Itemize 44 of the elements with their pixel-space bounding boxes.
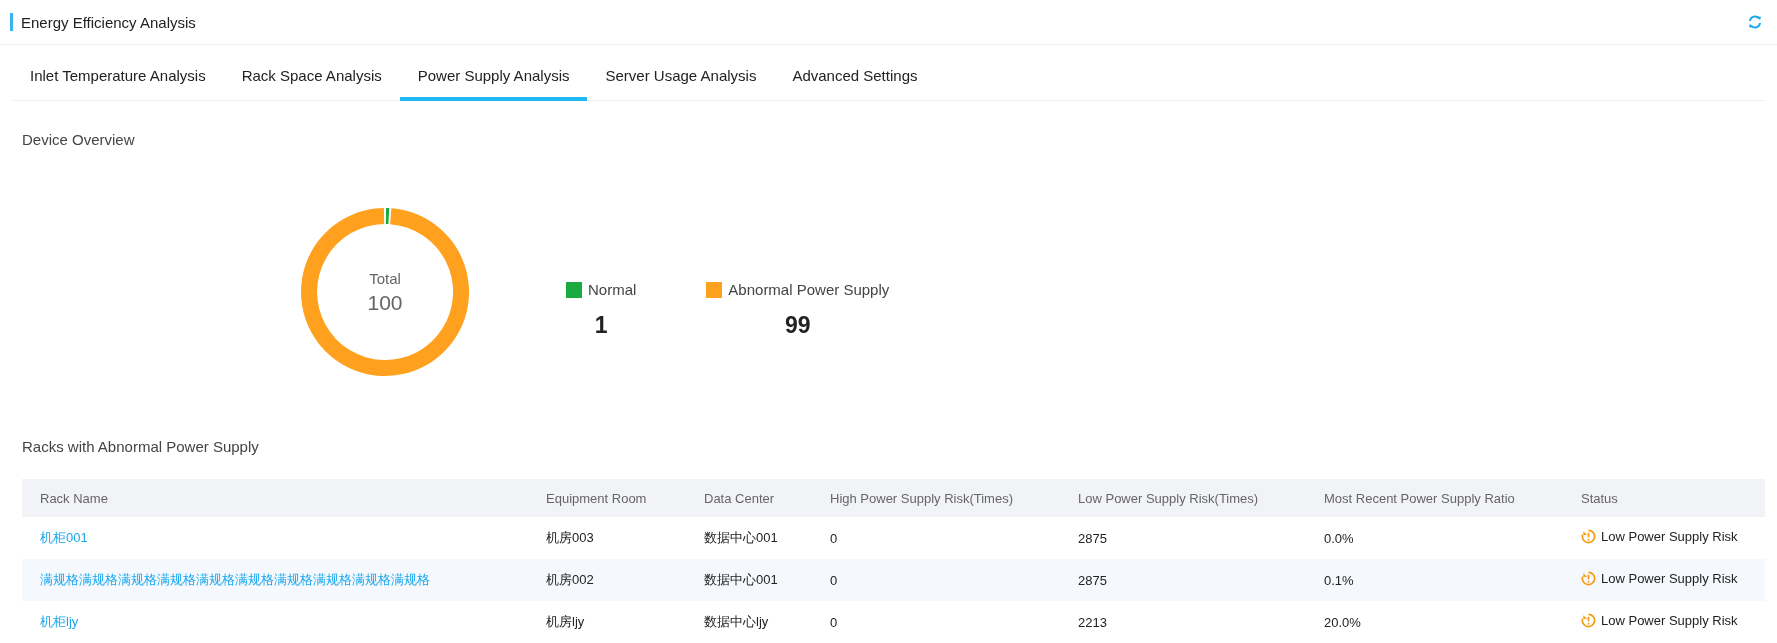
table-cell: 0.0% — [1324, 530, 1354, 546]
table-cell: 数据中心001 — [704, 530, 778, 545]
column-header: Low Power Supply Risk(Times) — [1078, 490, 1259, 506]
section-title: Device Overview — [21, 130, 136, 148]
table-cell: 0 — [830, 614, 838, 630]
total-value: 100 — [367, 290, 403, 315]
warning-clock-icon — [1581, 613, 1596, 628]
title-accent-bar — [10, 13, 13, 31]
tab[interactable]: Rack Space Analysis — [223, 45, 400, 101]
status-text: Low Power Supply Risk — [1601, 529, 1738, 544]
table-cell: 0 — [830, 572, 838, 588]
legend-label: Abnormal Power Supply — [728, 281, 890, 298]
column-header: Data Center — [704, 490, 775, 506]
section-title: Racks with Abnormal Power Supply — [21, 437, 260, 455]
table-cell: 机房003 — [546, 530, 594, 545]
column-header: Equipment Room — [546, 490, 647, 506]
column-header: Rack Name — [40, 490, 108, 506]
table-cell: 0 — [830, 530, 838, 546]
table-cell: 数据中心ljy — [704, 614, 769, 629]
table-cell: 0.1% — [1324, 572, 1354, 588]
legend-count: 1 — [594, 312, 608, 339]
table-cell: 2875 — [1078, 530, 1107, 546]
column-header: Most Recent Power Supply Ratio — [1324, 490, 1515, 506]
legend-label: Normal — [588, 281, 637, 298]
warning-clock-icon — [1581, 529, 1596, 544]
tab[interactable]: Inlet Temperature Analysis — [12, 45, 224, 101]
tab[interactable]: Server Usage Analysis — [587, 45, 775, 101]
table-cell: 机房ljy — [546, 614, 585, 629]
tab[interactable]: Power Supply Analysis — [399, 45, 588, 101]
refresh-icon[interactable] — [1747, 14, 1763, 30]
column-header: Status — [1581, 490, 1618, 506]
table-cell: 2875 — [1078, 572, 1107, 588]
legend-count: 99 — [785, 312, 811, 339]
status-text: Low Power Supply Risk — [1601, 571, 1738, 586]
column-header: High Power Supply Risk(Times) — [830, 490, 1013, 506]
warning-clock-icon — [1581, 571, 1596, 586]
table-cell: 2213 — [1078, 614, 1107, 630]
total-label: Total — [369, 269, 401, 287]
tab[interactable]: Advanced Settings — [774, 45, 936, 101]
table-cell: 20.0% — [1324, 614, 1361, 630]
page-title: Energy Efficiency Analysis — [21, 13, 196, 31]
table-cell: 机房002 — [546, 572, 594, 587]
table-cell: 数据中心001 — [704, 572, 778, 587]
status-text: Low Power Supply Risk — [1601, 613, 1738, 628]
